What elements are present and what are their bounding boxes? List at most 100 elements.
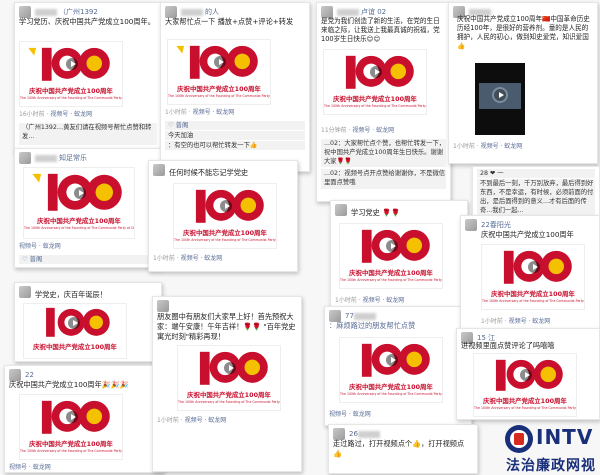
poster-title: 庆祝中国共产党成立100周年 [491,290,575,298]
watermark-logo: INTV 法治廉政网视 [502,420,600,475]
poster-subtitle: The 100th Anniversary of the Founding of… [20,96,122,100]
video-channel-link[interactable]: 视频号 · 蚁龙网 [185,417,227,424]
video-thumbnail[interactable]: 庆祝中国共产党成立100周年 The 100th Anniversary of … [167,39,271,105]
poster-title: 庆祝中国共产党成立100周年 [333,95,417,103]
moments-post: 庆祝中国共产党成立100周年🇨🇳中国革命历史历经100年，是很好的营养剂。童的是… [448,2,598,164]
video-thumbnail[interactable]: 庆祝中国共产党成立100周年 [23,303,127,359]
play-icon[interactable] [66,411,78,423]
play-icon[interactable] [386,240,398,252]
play-icon[interactable] [214,56,226,68]
user-name[interactable]: 知足常乐 [35,152,87,164]
moments-post: 学习党史 🌹🌹 庆祝中国共产党成立100周年 The 100th Anniver… [330,200,468,314]
play-icon[interactable] [370,66,382,78]
video-channel-link[interactable]: 视频号 · 蚁龙网 [19,243,61,250]
play-icon[interactable] [74,187,86,199]
play-icon[interactable] [386,354,398,366]
play-icon[interactable] [520,369,532,381]
poster-title: 庆祝中国共产党成立100周年 [483,397,567,405]
moments-post: 卢谊 02 是党为我们创造了新的生活，在党的生日来临之际，让我送上我最真诚的祝福… [316,2,451,202]
play-icon[interactable] [220,200,232,212]
poster-title: 庆祝中国共产党成立100周年 [37,217,121,225]
post-text: 庆祝中国共产党成立100周年🎉🎉🎉 [9,380,129,389]
poster-title: 庆祝中国共产党成立100周年 [349,383,433,391]
video-thumbnail[interactable]: 庆祝中国共产党成立100周年 The 100th Anniversary of … [19,394,123,460]
video-thumbnail[interactable]: 庆祝中国共产党成立100周年 The 100th Anniversary of … [177,345,281,411]
avatar[interactable] [19,286,31,298]
comment: 不到最后一刻，千万别放弃，最后得到好东西，不是幸运，有时候，必须前面的付出，是后… [477,179,595,215]
avatar[interactable] [19,152,31,164]
post-meta: 1小时前 · 视频号 · 蚁龙网 [453,143,523,150]
likes-bar[interactable]: ♡ 普阁 [165,121,305,130]
video-channel-link[interactable]: 视频号 · 蚁龙网 [181,255,223,262]
user-name-text: 22春阳光 [481,221,511,229]
post-text: 学习党史 🌹🌹 [351,208,400,217]
post-text: 进视频里面点赞评论了吗嘻嘻 [461,341,555,350]
avatar[interactable] [465,219,477,231]
play-icon[interactable] [68,317,80,329]
post-meta: 11分钟前 · 视频号 · 蚁龙网 [321,127,395,134]
post-meta: 视频号 · 蚁龙网 [329,411,467,419]
likes-bar[interactable]: ♡ 普阁 [19,255,157,264]
video-channel-link[interactable]: 视频号 · 蚁龙网 [352,127,394,134]
user-name-text: （广州1392 [59,8,98,16]
moments-post: 任何时候不能忘记学党史 庆祝中国共产党成立100周年 The 100th Ann… [148,160,298,272]
video-thumbnail[interactable] [475,63,525,135]
moments-post: 知足常乐 庆祝中国共产党成立100周年 The 100th Anniversar… [14,148,162,268]
poster-subtitle: The 100th Anniversary of the Founding of… [20,449,122,453]
video-thumbnail[interactable]: 庆祝中国共产党成立100周年 The 100th Anniversary of … [481,244,585,310]
poster-subtitle: The 100th Anniversary of the Founding of… [324,104,426,108]
post-text: 学习党历、庆祝中国共产党成立100周年。 [19,17,155,26]
video-channel-link[interactable]: 视频号 · 蚁龙网 [329,411,371,418]
moments-post: 26 走过路过，打开视频点个👍，打开视频点👍 [328,424,478,474]
user-name-text: 77 [345,312,354,320]
video-channel-link[interactable]: 视频号 · 蚁龙网 [481,143,523,150]
post-meta: 1小时前 · 视频号 · 蚁龙网 [165,109,235,116]
poster-title: 庆祝中国共产党成立100周年 [29,440,113,448]
video-thumbnail[interactable]: 庆祝中国共产党成立100周年 The 100th Anniversary of … [23,167,135,239]
avatar[interactable] [157,300,169,312]
comment: ...02：大家帮忙点个赞，也帮忙转发一下，祝中国共产党成立100周年生日快乐。… [321,139,446,167]
poster-subtitle: The 100th Anniversary of the Founding of… [168,94,270,98]
poster-subtitle: The 100th Anniversary of the Founding of… [178,400,280,404]
post-text: 庆祝中国共产党成立100周年 [481,230,574,239]
avatar[interactable] [153,164,165,176]
video-channel-link[interactable]: 视频号 · 蚁龙网 [193,109,235,116]
play-icon[interactable] [494,89,506,101]
poster-title: 庆祝中国共产党成立100周年 [187,391,271,399]
video-thumbnail[interactable]: 庆祝中国共产党成立100周年 The 100th Anniversary of … [339,223,443,289]
video-thumbnail[interactable]: 庆祝中国共产党成立100周年 The 100th Anniversary of … [473,353,577,417]
likes-names: 普阁 [175,122,189,129]
post-text: 朋友圈中有朋友们大家早上好！首先预祝大家：端午安康！午年吉祥！🌹🌹 "百年党史寓… [157,312,296,341]
poster-subtitle: The 100th Anniversary of the Founding of… [174,238,276,242]
play-icon[interactable] [66,58,78,70]
post-time: 1小时前 [157,417,179,424]
moments-post: 朋友圈中有朋友们大家早上好！首先预祝大家：端午安康！午年吉祥！🌹🌹 "百年党史寓… [152,296,302,472]
user-name-text: 26 [349,430,358,438]
user-name-text: 22 [25,371,34,379]
post-meta: 视频号 · 蚁龙网 [9,464,159,472]
play-icon[interactable] [224,362,236,374]
video-thumbnail[interactable]: 庆祝中国共产党成立100周年 The 100th Anniversary of … [323,49,427,115]
comment: ：有空的也可以帮忙转发一下👍 [165,141,305,150]
post-text: 走过路过，打开视频点个👍，打开视频点👍 [333,439,465,458]
poster-subtitle: The 100th Anniversary of the Founding of… [482,299,584,303]
moments-post: 22 庆祝中国共产党成立100周年🎉🎉🎉 庆祝中国共产党成立100周年 The … [4,365,164,473]
avatar[interactable] [335,204,347,216]
video-thumbnail[interactable]: 庆祝中国共产党成立100周年 The 100th Anniversary of … [339,337,443,403]
post-meta: 1小时前 · 视频号 · 蚁龙网 [157,417,227,424]
video-thumbnail[interactable]: 庆祝中国共产党成立100周年 The 100th Anniversary of … [19,41,123,107]
post-meta: 视频号 · 蚁龙网 [19,243,157,251]
play-icon[interactable] [528,261,540,273]
comment: 今天加油 [165,131,305,140]
video-thumbnail[interactable]: 庆祝中国共产党成立100周年 The 100th Anniversary of … [173,183,277,249]
likes-names: 普阁 [29,256,43,263]
watermark-mark: INTV [536,425,594,449]
video-channel-link[interactable]: 视频号 · 蚁龙网 [9,464,51,471]
video-channel-link[interactable]: 视频号 · 蚁龙网 [363,297,405,304]
intv-emblem-icon [505,425,533,453]
moments-post: 的人 大家帮忙点一下 播放+点赞+评论+转发 庆祝中国共产党成立100周年 Th… [160,2,310,172]
post-time: 1小时前 [335,297,357,304]
poster-subtitle: The 100th Anniversary of the Founding of… [24,226,135,230]
video-channel-link[interactable]: 视频号 · 蚁龙网 [50,111,92,118]
video-channel-link[interactable]: 视频号 · 蚁龙网 [509,318,551,325]
